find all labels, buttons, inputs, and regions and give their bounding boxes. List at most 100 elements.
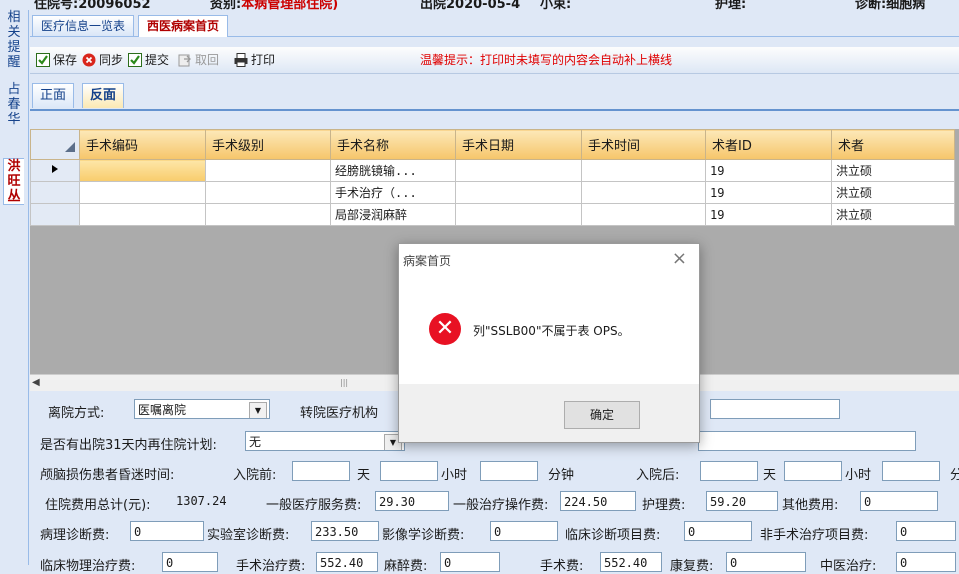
grid-cell[interactable] (581, 181, 706, 204)
table-row[interactable]: 经膀胱镜输... 19 洪立硕 (30, 159, 955, 182)
tab-medical-info-list[interactable]: 医疗信息一览表 (32, 15, 135, 36)
grid-cell[interactable]: 手术治疗（... (330, 181, 456, 204)
nursing-fee-field[interactable]: 59.20 (706, 491, 778, 511)
grid-cell[interactable] (581, 159, 706, 182)
nonsurgical-fee-field[interactable]: 0 (896, 521, 956, 541)
row-header[interactable] (30, 203, 80, 226)
hour-unit: 小时 (845, 468, 872, 483)
general-service-field[interactable]: 29.30 (375, 491, 449, 511)
table-row[interactable]: 局部浸润麻醉 19 洪立硕 (30, 203, 955, 226)
readmit-plan-value: 无 (249, 435, 262, 449)
nonsurgical-fee-value: 0 (900, 525, 908, 539)
before-hours-field[interactable] (380, 461, 438, 481)
grid-cell[interactable] (455, 203, 582, 226)
grid-cell[interactable] (205, 181, 331, 204)
end-text: 小束: (540, 0, 572, 10)
grid-cell[interactable] (581, 203, 706, 226)
grid-cell[interactable]: 洪立硕 (831, 181, 955, 204)
left-vertical-tabs: 相关提醒 占春华 洪旺丛 (0, 10, 29, 565)
anesthesia-fee-field[interactable]: 0 (440, 552, 500, 572)
corner-cell (30, 129, 80, 160)
rehab-fee-field[interactable]: 0 (726, 552, 806, 572)
scroll-grip-icon[interactable]: ||| (340, 378, 348, 387)
total-cost-field[interactable]: 1307.24 (176, 491, 266, 511)
transfer-institution-label: 转院医疗机构 (300, 406, 379, 421)
col-surgery-level[interactable]: 手术级别 (205, 129, 331, 160)
vtab-reminder[interactable]: 相关提醒 (4, 10, 24, 70)
admission-no: 住院号:20096052 (34, 0, 151, 10)
nursing-fee-value: 59.20 (710, 495, 747, 509)
pathology-fee-field[interactable]: 0 (130, 521, 204, 541)
grid-cell[interactable]: 19 (705, 203, 832, 226)
discharge-method-value: 医嘱离院 (138, 403, 187, 417)
grid-cell[interactable] (455, 181, 582, 204)
row-indicator[interactable] (30, 159, 80, 182)
print-button[interactable]: 打印 (234, 51, 275, 69)
discharge-method-select[interactable]: 医嘱离院 ▼ (134, 399, 270, 419)
tcm-fee-field[interactable]: 0 (896, 552, 956, 572)
imaging-fee-field[interactable]: 0 (490, 521, 558, 541)
table-row[interactable]: 手术治疗（... 19 洪立硕 (30, 181, 955, 204)
tab-medical-record-home[interactable]: 西医病案首页 (138, 15, 229, 37)
before-admission-label: 入院前: (233, 468, 277, 483)
grid-cell[interactable]: 局部浸润麻醉 (330, 203, 456, 226)
surgery-treatment-fee-field[interactable]: 552.40 (316, 552, 378, 572)
grid-cell[interactable] (79, 203, 206, 226)
surgery-treatment-fee-value: 552.40 (320, 556, 364, 570)
table-header-row: 手术编码 手术级别 手术名称 手术日期 手术时间 术者ID 术者 (30, 129, 955, 160)
tab-back[interactable]: 反面 (82, 83, 125, 108)
readmit-purpose-field[interactable] (698, 431, 916, 451)
lab-fee-label: 实验室诊断费: (207, 528, 290, 543)
check-icon (36, 53, 50, 67)
before-minutes-field[interactable] (480, 461, 538, 481)
day-unit: 天 (357, 468, 371, 483)
grid-cell[interactable]: 洪立硕 (831, 159, 955, 182)
col-surgery-code[interactable]: 手术编码 (79, 129, 206, 160)
grid-cell[interactable]: 19 (705, 159, 832, 182)
clinical-diag-fee-field[interactable]: 0 (684, 521, 752, 541)
col-surgery-date[interactable]: 手术日期 (455, 129, 582, 160)
transfer-institution-field[interactable] (710, 399, 840, 419)
row-header[interactable] (30, 181, 80, 204)
operation-fee-field[interactable]: 552.40 (600, 552, 662, 572)
chevron-down-icon[interactable]: ▼ (249, 402, 267, 418)
after-minutes-field[interactable] (882, 461, 940, 481)
scroll-left-arrow-icon[interactable]: ◀ (32, 377, 40, 388)
col-surgery-time[interactable]: 手术时间 (581, 129, 706, 160)
lab-fee-field[interactable]: 233.50 (311, 521, 379, 541)
grid-cell[interactable] (205, 203, 331, 226)
general-service-label: 一般医疗服务费: (266, 498, 362, 513)
day-unit: 天 (763, 468, 777, 483)
physio-fee-field[interactable]: 0 (162, 552, 218, 572)
tab-front[interactable]: 正面 (32, 83, 75, 108)
after-hours-field[interactable] (784, 461, 842, 481)
grid-cell[interactable]: 经膀胱镜输... (330, 159, 456, 182)
vtab-patient-2[interactable]: 洪旺丛 (3, 158, 24, 205)
minute-unit: 分 (950, 468, 959, 483)
grid-cell[interactable] (79, 181, 206, 204)
col-surgeon-id[interactable]: 术者ID (705, 129, 832, 160)
ok-button[interactable]: 确定 (564, 401, 640, 429)
grid-cell[interactable]: 洪立硕 (831, 203, 955, 226)
grid-cell[interactable] (79, 159, 206, 182)
col-surgery-name[interactable]: 手术名称 (330, 129, 456, 160)
retrieve-button[interactable]: 取回 (178, 51, 219, 69)
close-icon[interactable]: × (672, 248, 687, 269)
vtab-patient-1[interactable]: 占春华 (4, 82, 24, 127)
col-surgeon[interactable]: 术者 (831, 129, 955, 160)
other-fee-value: 0 (864, 495, 872, 509)
general-treatment-field[interactable]: 224.50 (560, 491, 636, 511)
general-treatment-value: 224.50 (564, 495, 608, 509)
save-button[interactable]: 保存 (36, 51, 77, 69)
other-fee-field[interactable]: 0 (860, 491, 938, 511)
grid-cell[interactable] (205, 159, 331, 182)
sync-button[interactable]: 同步 (82, 51, 123, 69)
before-days-field[interactable] (292, 461, 350, 481)
submit-button[interactable]: 提交 (128, 51, 169, 69)
readmit-plan-select[interactable]: 无 ▼ (245, 431, 405, 451)
toolbar: 保存 同步 提交 取回 打印 温馨提示：打印时未填写的内容会自动补上横线 (30, 47, 959, 74)
after-days-field[interactable] (700, 461, 758, 481)
grid-cell[interactable] (455, 159, 582, 182)
grid-cell[interactable]: 19 (705, 181, 832, 204)
other-fee-label: 其他费用: (782, 498, 839, 513)
